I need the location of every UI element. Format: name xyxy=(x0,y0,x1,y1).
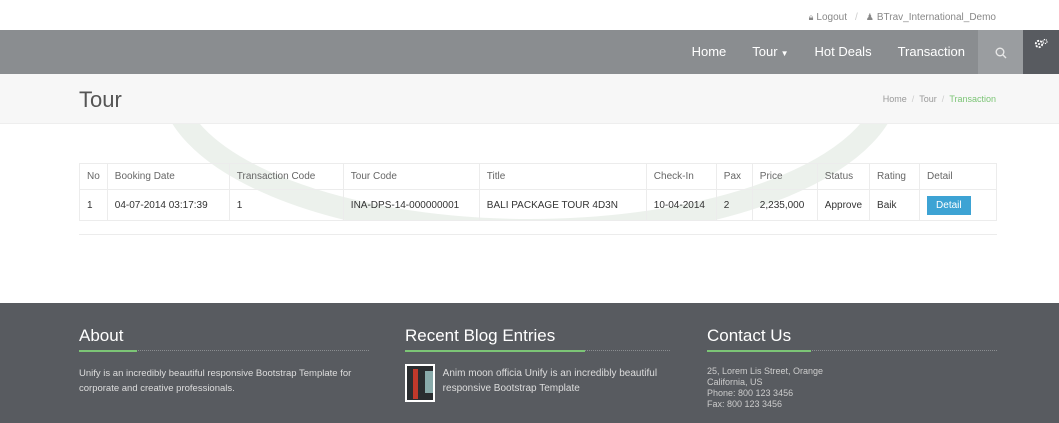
cell-no: 1 xyxy=(79,189,108,221)
search-icon xyxy=(995,47,1006,59)
header-pax: Pax xyxy=(715,163,753,190)
user-link[interactable]: ♟ BTrav_International_Demo xyxy=(866,12,996,23)
header-check-in: Check-In xyxy=(645,163,717,190)
header-title: Title xyxy=(478,163,647,190)
nav-item-home[interactable]: Home xyxy=(679,30,740,74)
user-icon: ♟ xyxy=(865,12,874,22)
cell-transaction-code: 1 xyxy=(228,189,344,221)
table-row: 1 04-07-2014 03:17:39 1 INA-DPS-14-00000… xyxy=(79,189,997,221)
cell-detail: Detail xyxy=(919,189,997,221)
header-tour-code: Tour Code xyxy=(342,163,480,190)
header-rating: Rating xyxy=(869,163,921,190)
footer-about-heading: About xyxy=(79,326,124,345)
cell-booking-date: 04-07-2014 03:17:39 xyxy=(106,189,230,221)
content-divider xyxy=(79,234,997,235)
footer-blog: Recent Blog Entries Anim moon officia Un… xyxy=(405,326,670,402)
footer-contact-heading: Contact Us xyxy=(707,326,792,345)
breadcrumb-tour[interactable]: Tour xyxy=(919,94,937,104)
blog-entry[interactable]: Anim moon officia Unify is an incredibly… xyxy=(405,364,670,402)
contact-address: 25, Lorem Lis Street, Orange xyxy=(707,366,824,376)
cell-title: BALI PACKAGE TOUR 4D3N xyxy=(478,189,647,221)
footer-about: About Unify is an incredibly beautiful r… xyxy=(79,326,369,396)
header-booking-date: Booking Date xyxy=(106,163,230,190)
header-no: No xyxy=(79,163,108,190)
blog-thumbnail[interactable] xyxy=(405,364,435,402)
cell-pax: 2 xyxy=(715,189,753,221)
transaction-table: No Booking Date Transaction Code Tour Co… xyxy=(79,163,997,221)
caret-down-icon: ▼ xyxy=(780,49,789,58)
nav-item-tour[interactable]: Tour ▼ xyxy=(739,30,801,74)
header-transaction-code: Transaction Code xyxy=(228,163,344,190)
page-title: Tour xyxy=(79,87,122,112)
topbar-separator: / xyxy=(855,12,858,23)
breadcrumb-transaction: Transaction xyxy=(949,94,996,104)
table-header-row: No Booking Date Transaction Code Tour Co… xyxy=(79,163,997,190)
header-detail: Detail xyxy=(919,163,997,190)
cell-tour-code: INA-DPS-14-000000001 xyxy=(342,189,480,221)
contact-fax: Fax: 800 123 3456 xyxy=(707,399,783,409)
lock-icon: 🔒︎ xyxy=(808,12,814,22)
settings-toggle-button[interactable] xyxy=(1023,30,1059,74)
footer-blog-heading: Recent Blog Entries xyxy=(405,326,556,345)
cell-price: 2,235,000 xyxy=(751,189,818,221)
cell-status: Approve xyxy=(816,189,871,221)
header-status: Status xyxy=(816,163,871,190)
search-button[interactable] xyxy=(978,30,1023,74)
transaction-table-wrapper: No Booking Date Transaction Code Tour Co… xyxy=(79,163,997,221)
footer: About Unify is an incredibly beautiful r… xyxy=(0,303,1059,423)
cell-rating: Baik xyxy=(869,189,921,221)
cell-check-in: 10-04-2014 xyxy=(645,189,717,221)
contact-region: California, US xyxy=(707,377,763,387)
nav-menu: Home Tour ▼ Hot Deals Transaction xyxy=(679,30,1023,74)
header-price: Price xyxy=(751,163,818,190)
breadcrumb-home[interactable]: Home xyxy=(883,94,907,104)
breadcrumb-separator: / xyxy=(941,94,945,104)
contact-info: 25, Lorem Lis Street, Orange California,… xyxy=(707,366,997,410)
top-utility-bar: 🔒︎ Logout / ♟ BTrav_International_Demo xyxy=(0,0,1059,30)
breadcrumb-separator: / xyxy=(911,94,915,104)
page-header-band: Tour Home / Tour / Transaction xyxy=(0,74,1059,124)
contact-phone: Phone: 800 123 3456 xyxy=(707,388,794,398)
main-navbar: Home Tour ▼ Hot Deals Transaction xyxy=(0,30,1023,74)
logout-link[interactable]: 🔒︎ Logout xyxy=(809,12,847,23)
footer-contact: Contact Us 25, Lorem Lis Street, Orange … xyxy=(707,326,997,410)
heading-underline xyxy=(79,350,369,352)
detail-button[interactable]: Detail xyxy=(927,196,971,215)
blog-entry-text[interactable]: Anim moon officia Unify is an incredibly… xyxy=(443,366,670,402)
heading-underline xyxy=(707,350,997,352)
heading-underline xyxy=(405,350,670,352)
nav-item-transaction[interactable]: Transaction xyxy=(885,30,978,74)
breadcrumb: Home / Tour / Transaction xyxy=(883,94,996,104)
footer-about-text: Unify is an incredibly beautiful respons… xyxy=(79,368,352,394)
nav-item-hot-deals[interactable]: Hot Deals xyxy=(801,30,884,74)
gears-icon xyxy=(1034,38,1048,48)
